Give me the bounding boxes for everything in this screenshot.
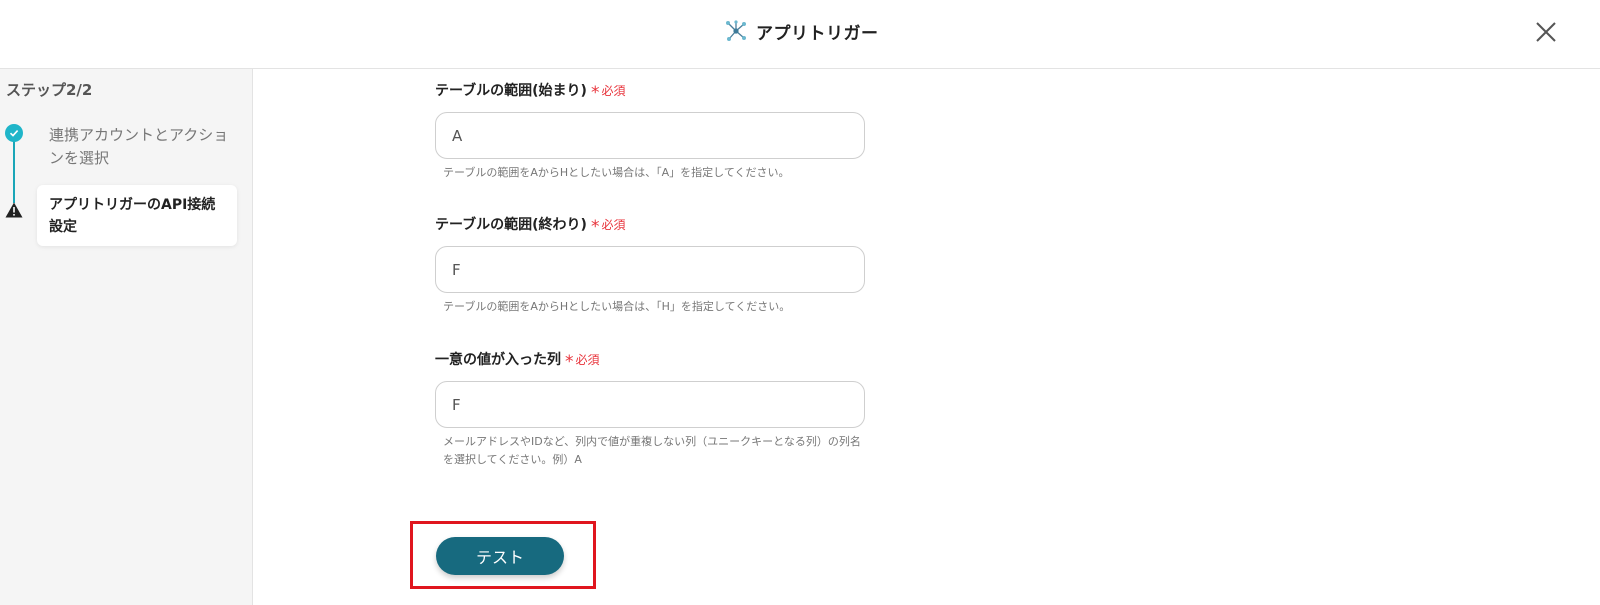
required-badge: 必須 [601, 83, 626, 98]
field-label-row: テーブルの範囲(始まり) * 必須 [435, 79, 865, 103]
step-sidebar: ステップ2/2 連携アカウントとアクションを選択 アプリトリガーのAPI接続設定 [0, 69, 253, 605]
warning-icon [5, 202, 23, 218]
field-label-row: テーブルの範囲(終わり) * 必須 [435, 213, 865, 237]
field-unique-column: 一意の値が入った列 * 必須 メールアドレスやIDなど、列内で値が重複しない列（… [435, 348, 865, 469]
required-asterisk: * [565, 352, 574, 372]
field-table-range-end: テーブルの範囲(終わり) * 必須 テーブルの範囲をAからHとしたい場合は、「H… [435, 213, 865, 316]
required-asterisk: * [590, 217, 600, 237]
field-table-range-start: テーブルの範囲(始まり) * 必須 テーブルの範囲をAからHとしたい場合は、「A… [435, 79, 865, 182]
step-counter: ステップ2/2 [6, 81, 93, 99]
step-connector-line [13, 135, 15, 203]
field-label: 一意の値が入った列 [435, 352, 561, 368]
network-nodes-icon [726, 20, 746, 41]
unique-column-input[interactable] [435, 381, 865, 428]
step-item-select-account[interactable]: 連携アカウントとアクションを選択 [49, 124, 229, 170]
field-label: テーブルの範囲(始まり) [435, 83, 587, 99]
field-help-text: メールアドレスやIDなど、列内で値が重複しない列（ユニークキーとなる列）の列名を… [443, 435, 861, 466]
close-button[interactable] [1532, 18, 1560, 46]
required-badge: 必須 [601, 217, 626, 232]
test-button[interactable]: テスト [436, 537, 564, 575]
table-range-start-input[interactable] [435, 112, 865, 159]
close-icon [1536, 22, 1556, 42]
field-help-text: テーブルの範囲をAからHとしたい場合は、「H」を指定してください。 [443, 300, 791, 313]
field-label: テーブルの範囲(終わり) [435, 217, 587, 233]
step-item-api-settings[interactable]: アプリトリガーのAPI接続設定 [37, 185, 237, 246]
required-badge: 必須 [575, 352, 600, 367]
required-asterisk: * [590, 83, 600, 103]
table-range-end-input[interactable] [435, 246, 865, 293]
header-title-text: アプリトリガー [756, 23, 879, 44]
step-item-api-settings-label: アプリトリガーのAPI接続設定 [49, 197, 216, 235]
field-label-row: 一意の値が入った列 * 必須 [435, 348, 865, 372]
modal-header: アプリトリガー [0, 0, 1600, 69]
field-help-text: テーブルの範囲をAからHとしたい場合は、「A」を指定してください。 [443, 166, 790, 179]
check-icon [5, 124, 23, 142]
header-title: アプリトリガー [724, 16, 879, 46]
